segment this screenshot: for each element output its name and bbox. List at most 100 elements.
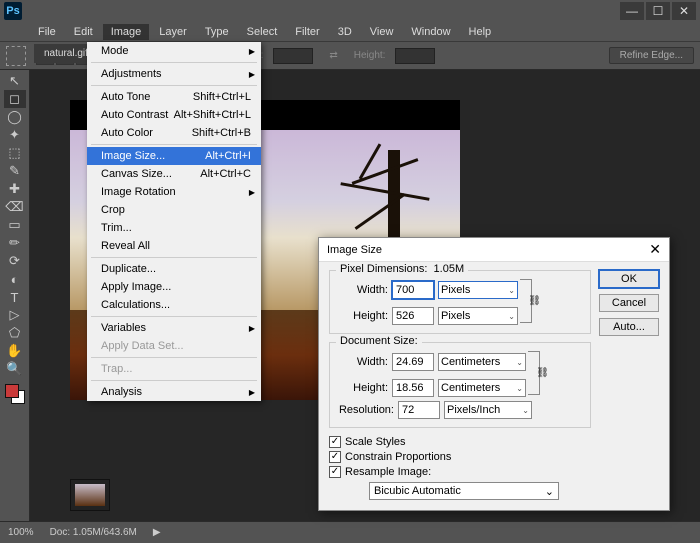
menu-item-auto-contrast[interactable]: Auto ContrastAlt+Shift+Ctrl+L	[87, 106, 261, 124]
doc-height-input[interactable]	[392, 379, 434, 397]
resolution-label: Resolution:	[338, 404, 394, 416]
menu-view[interactable]: View	[362, 24, 402, 40]
document-size-group: Document Size: Width: Centimeters⌄ Heigh…	[329, 342, 591, 428]
tool-15[interactable]: ✋	[4, 342, 26, 360]
tool-6[interactable]: ✚	[4, 180, 26, 198]
tool-2[interactable]: ◯	[4, 108, 26, 126]
tool-3[interactable]: ✦	[4, 126, 26, 144]
menu-item-variables[interactable]: Variables	[87, 319, 261, 337]
menu-item-analysis[interactable]: Analysis	[87, 383, 261, 401]
link-icon[interactable]: ⛓	[528, 296, 541, 307]
menu-item-canvas-size[interactable]: Canvas Size...Alt+Ctrl+C	[87, 165, 261, 183]
pixel-dimensions-group: Pixel Dimensions: 1.05M Width: Pixels⌄ H…	[329, 270, 591, 334]
ok-button[interactable]: OK	[599, 270, 659, 288]
scale-styles-checkbox[interactable]: ✓	[329, 436, 341, 448]
dialog-title: Image Size	[327, 244, 382, 256]
doc-height-unit-select[interactable]: Centimeters⌄	[438, 379, 526, 397]
menu-item-trap: Trap...	[87, 360, 261, 378]
menu-item-adjustments[interactable]: Adjustments	[87, 65, 261, 83]
menu-item-mode[interactable]: Mode	[87, 42, 261, 60]
title-bar: Ps — ☐ ✕	[0, 0, 700, 22]
doc-size-legend: Document Size:	[336, 335, 422, 347]
resample-image-label: Resample Image:	[345, 466, 431, 478]
doc-link-bracket: ⛓	[528, 351, 540, 395]
maximize-button[interactable]: ☐	[646, 2, 670, 20]
menu-item-trim[interactable]: Trim...	[87, 219, 261, 237]
tool-9[interactable]: ✏	[4, 234, 26, 252]
opt-width-input[interactable]	[273, 48, 313, 64]
px-link-bracket: ⛓	[520, 279, 532, 323]
menu-item-image-rotation[interactable]: Image Rotation	[87, 183, 261, 201]
image-menu-dropdown: ModeAdjustmentsAuto ToneShift+Ctrl+LAuto…	[87, 42, 261, 401]
tool-7[interactable]: ⌫	[4, 198, 26, 216]
image-size-dialog: Image Size ✕ Pixel Dimensions: 1.05M Wid…	[318, 237, 670, 511]
menu-edit[interactable]: Edit	[66, 24, 101, 40]
tool-12[interactable]: T	[4, 288, 26, 306]
tool-5[interactable]: ✎	[4, 162, 26, 180]
tool-11[interactable]: ◐	[4, 270, 26, 288]
tool-13[interactable]: ▷	[4, 306, 26, 324]
menu-layer[interactable]: Layer	[151, 24, 195, 40]
menu-item-image-size[interactable]: Image Size...Alt+Ctrl+I	[87, 147, 261, 165]
tool-14[interactable]: ⬠	[4, 324, 26, 342]
menu-select[interactable]: Select	[239, 24, 286, 40]
tool-0[interactable]: ↖	[4, 72, 26, 90]
menu-item-crop[interactable]: Crop	[87, 201, 261, 219]
color-swatches[interactable]	[5, 384, 25, 404]
constrain-proportions-label: Constrain Proportions	[345, 451, 451, 463]
px-height-unit-select[interactable]: Pixels⌄	[438, 307, 518, 325]
tool-10[interactable]: ⟳	[4, 252, 26, 270]
px-width-unit-select[interactable]: Pixels⌄	[438, 281, 518, 299]
pixdim-label: Pixel Dimensions:	[340, 263, 427, 275]
link-icon[interactable]: ⛓	[536, 368, 549, 379]
cancel-button[interactable]: Cancel	[599, 294, 659, 312]
tool-16[interactable]: 🔍	[4, 360, 26, 378]
px-height-input[interactable]	[392, 307, 434, 325]
menu-filter[interactable]: Filter	[287, 24, 327, 40]
pixdim-value: 1.05M	[434, 263, 465, 275]
menu-item-auto-color[interactable]: Auto ColorShift+Ctrl+B	[87, 124, 261, 142]
px-height-label: Height:	[338, 310, 388, 322]
dialog-close-button[interactable]: ✕	[649, 241, 661, 258]
px-width-input[interactable]	[392, 281, 434, 299]
menu-item-reveal-all[interactable]: Reveal All	[87, 237, 261, 255]
resolution-unit-select[interactable]: Pixels/Inch⌄	[444, 401, 532, 419]
resolution-input[interactable]	[398, 401, 440, 419]
dialog-title-bar[interactable]: Image Size ✕	[319, 238, 669, 262]
doc-width-unit-select[interactable]: Centimeters⌄	[438, 353, 526, 371]
navigator-thumbnail[interactable]	[70, 479, 110, 511]
scale-styles-label: Scale Styles	[345, 436, 406, 448]
zoom-level[interactable]: 100%	[8, 527, 34, 538]
menu-3d[interactable]: 3D	[330, 24, 360, 40]
menu-image[interactable]: Image	[103, 24, 150, 40]
menu-item-duplicate[interactable]: Duplicate...	[87, 260, 261, 278]
constrain-proportions-checkbox[interactable]: ✓	[329, 451, 341, 463]
menu-type[interactable]: Type	[197, 24, 237, 40]
minimize-button[interactable]: —	[620, 2, 644, 20]
status-bar: 100% Doc: 1.05M/643.6M ▶	[0, 521, 700, 543]
tool-8[interactable]: ▭	[4, 216, 26, 234]
menu-item-apply-image[interactable]: Apply Image...	[87, 278, 261, 296]
close-window-button[interactable]: ✕	[672, 2, 696, 20]
px-width-label: Width:	[338, 284, 388, 296]
swap-icon[interactable]: ⇄	[329, 50, 337, 61]
doc-height-label: Height:	[338, 382, 388, 394]
doc-width-input[interactable]	[392, 353, 434, 371]
menu-help[interactable]: Help	[461, 24, 500, 40]
tool-4[interactable]: ⬚	[4, 144, 26, 162]
tool-1[interactable]: ◻	[4, 90, 26, 108]
menu-item-auto-tone[interactable]: Auto ToneShift+Ctrl+L	[87, 88, 261, 106]
ps-logo: Ps	[4, 2, 22, 20]
doc-width-label: Width:	[338, 356, 388, 368]
resample-method-select[interactable]: Bicubic Automatic⌄	[369, 482, 559, 500]
tool-preset-icon[interactable]	[6, 46, 26, 66]
opt-height-input[interactable]	[395, 48, 435, 64]
status-arrow-icon[interactable]: ▶	[153, 527, 161, 538]
menu-window[interactable]: Window	[403, 24, 458, 40]
auto-button[interactable]: Auto...	[599, 318, 659, 336]
menu-item-calculations[interactable]: Calculations...	[87, 296, 261, 314]
refine-edge-button[interactable]: Refine Edge...	[609, 47, 694, 64]
resample-image-checkbox[interactable]: ✓	[329, 466, 341, 478]
menu-file[interactable]: File	[30, 24, 64, 40]
menu-item-apply-data-set: Apply Data Set...	[87, 337, 261, 355]
